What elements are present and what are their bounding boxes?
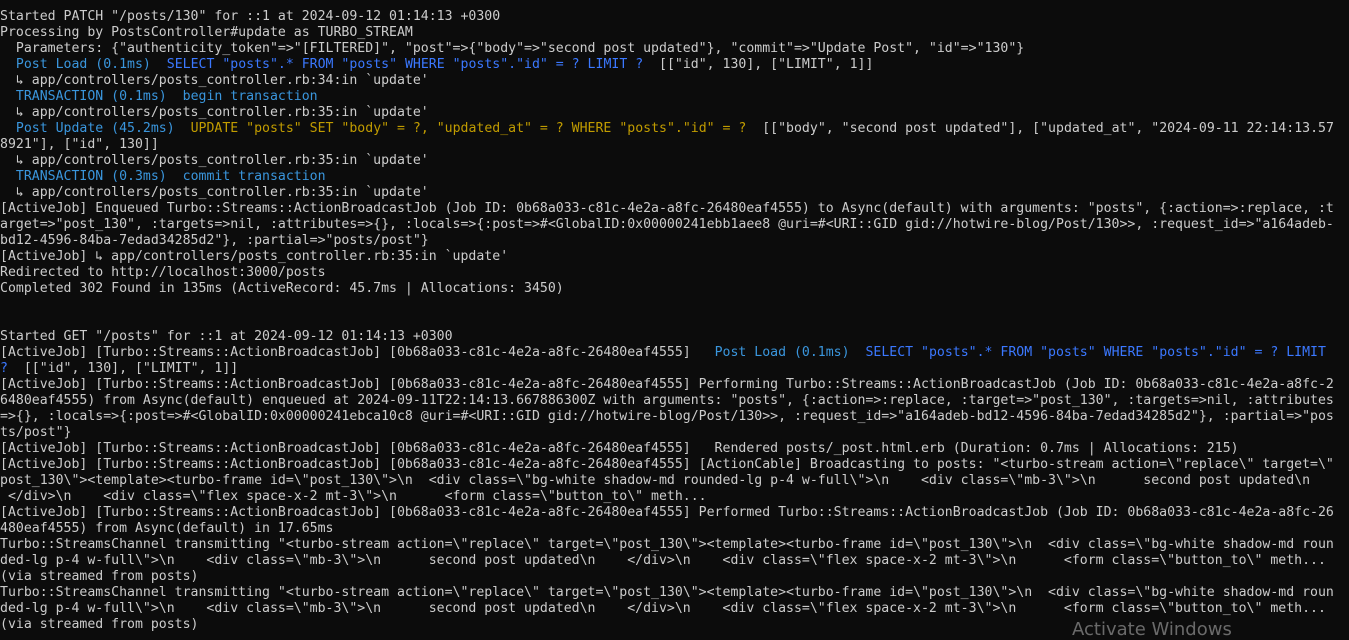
log-segment-cyan: Post Update (45.2ms)	[15, 121, 175, 136]
log-line: (via streamed from posts)	[0, 569, 1349, 585]
log-segment-blue: SELECT "posts".* FROM "posts" WHERE "pos…	[166, 57, 644, 72]
log-line: [ActiveJob] ↳ app/controllers/posts_cont…	[0, 249, 1349, 265]
log-segment: [ActiveJob] [Turbo::Streams::ActionBroad…	[0, 457, 1334, 472]
log-line: ded-lg p-4 w-full\">\n <div class=\"mb-3…	[0, 553, 1349, 569]
log-segment: Processing by PostsController#update as …	[0, 25, 413, 40]
log-segment: ↳ app/controllers/posts_controller.rb:34…	[0, 73, 429, 88]
log-segment	[167, 89, 183, 104]
log-segment: ded-lg p-4 w-full\">\n <div class=\"mb-3…	[0, 601, 1326, 616]
log-line: 6480eaf4555) from Async(default) enqueue…	[0, 393, 1349, 409]
log-segment	[0, 89, 16, 104]
log-segment-cyan: begin transaction	[182, 89, 318, 104]
log-segment-blue: ?	[0, 361, 8, 376]
log-segment	[151, 57, 167, 72]
log-line: [ActiveJob] [Turbo::Streams::ActionBroad…	[0, 505, 1349, 521]
log-line: ? [["id", 130], ["LIMIT", 1]]	[0, 361, 1349, 377]
log-line: Parameters: {"authenticity_token"=>"[FIL…	[0, 41, 1349, 57]
log-segment: Turbo::StreamsChannel transmitting "<tur…	[0, 537, 1334, 552]
log-line: Started PATCH "/posts/130" for ::1 at 20…	[0, 9, 1349, 25]
log-line: ded-lg p-4 w-full\">\n <div class=\"mb-3…	[0, 601, 1349, 617]
log-segment: [ActiveJob] [Turbo::Streams::ActionBroad…	[0, 505, 1334, 520]
log-line: Post Load (0.1ms) SELECT "posts".* FROM …	[0, 57, 1349, 73]
log-line: ↳ app/controllers/posts_controller.rb:34…	[0, 73, 1349, 89]
log-segment: 480eaf4555) from Async(default) in 17.65…	[0, 521, 334, 536]
log-segment-cyan: TRANSACTION (0.3ms)	[15, 169, 167, 184]
log-segment: ts/post"}	[0, 425, 72, 440]
log-segment: Completed 302 Found in 135ms (ActiveReco…	[0, 281, 564, 296]
log-line: Turbo::StreamsChannel transmitting "<tur…	[0, 585, 1349, 601]
log-segment: ↳ app/controllers/posts_controller.rb:35…	[0, 185, 429, 200]
log-line: Redirected to http://localhost:3000/post…	[0, 265, 1349, 281]
log-line: Processing by PostsController#update as …	[0, 25, 1349, 41]
log-segment	[167, 169, 183, 184]
log-segment: [["body", "second post updated"], ["upda…	[746, 121, 1334, 136]
log-line: ↳ app/controllers/posts_controller.rb:35…	[0, 153, 1349, 169]
log-segment: 6480eaf4555) from Async(default) enqueue…	[0, 393, 1334, 408]
log-segment	[175, 121, 191, 136]
log-line: TRANSACTION (0.1ms) begin transaction	[0, 89, 1349, 105]
log-line: Started GET "/posts" for ::1 at 2024-09-…	[0, 329, 1349, 345]
log-line: [ActiveJob] [Turbo::Streams::ActionBroad…	[0, 377, 1349, 393]
activate-windows-watermark: Activate Windows	[1072, 619, 1232, 640]
log-segment: arget=>"post_130", :targets=>nil, :attri…	[0, 217, 1334, 232]
log-line: [ActiveJob] Enqueued Turbo::Streams::Act…	[0, 201, 1349, 217]
log-segment: ↳ app/controllers/posts_controller.rb:35…	[0, 153, 429, 168]
log-line: Completed 302 Found in 135ms (ActiveReco…	[0, 281, 1349, 297]
log-segment: [ActiveJob] [Turbo::Streams::ActionBroad…	[0, 345, 715, 360]
log-segment: bd12-4596-84ba-7edad34285d2"}, :partial=…	[0, 233, 429, 248]
log-segment: Started GET "/posts" for ::1 at 2024-09-…	[0, 329, 453, 344]
log-line: 8921"], ["id", 130]]	[0, 137, 1349, 153]
log-segment: [["id", 130], ["LIMIT", 1]]	[7, 361, 239, 376]
log-line: Turbo::StreamsChannel transmitting "<tur…	[0, 537, 1349, 553]
log-line: [ActiveJob] [Turbo::Streams::ActionBroad…	[0, 457, 1349, 473]
log-segment: ↳ app/controllers/posts_controller.rb:35…	[0, 105, 429, 120]
log-segment: Started PATCH "/posts/130" for ::1 at 20…	[0, 9, 501, 24]
log-segment: (via streamed from posts)	[0, 569, 199, 584]
log-segment	[0, 121, 16, 136]
log-segment: post_130\"><template><turbo-frame id=\"p…	[0, 473, 1311, 488]
log-line: Post Update (45.2ms) UPDATE "posts" SET …	[0, 121, 1349, 137]
log-line: TRANSACTION (0.3ms) commit transaction	[0, 169, 1349, 185]
log-segment: [ActiveJob] [Turbo::Streams::ActionBroad…	[0, 441, 1239, 456]
log-line: arget=>"post_130", :targets=>nil, :attri…	[0, 217, 1349, 233]
log-segment: Redirected to http://localhost:3000/post…	[0, 265, 326, 280]
log-segment: [["id", 130], ["LIMIT", 1]]	[643, 57, 874, 72]
log-segment: </div>\n <div class=\"flex space-x-2 mt-…	[0, 489, 707, 504]
log-segment: ded-lg p-4 w-full\">\n <div class=\"mb-3…	[0, 553, 1326, 568]
log-segment: Turbo::StreamsChannel transmitting "<tur…	[0, 585, 1334, 600]
log-segment	[850, 345, 866, 360]
log-segment: [ActiveJob] [Turbo::Streams::ActionBroad…	[0, 377, 1334, 392]
log-segment: =>{}, :locals=>{:post=>#<GlobalID:0x0000…	[0, 409, 1334, 424]
log-segment-cyan: TRANSACTION (0.1ms)	[15, 89, 167, 104]
log-line: ts/post"}	[0, 425, 1349, 441]
log-segment-yellow: UPDATE "posts" SET "body" = ?, "updated_…	[190, 121, 747, 136]
log-segment-blue: SELECT "posts".* FROM "posts" WHERE "pos…	[865, 345, 1326, 360]
log-line: [ActiveJob] [Turbo::Streams::ActionBroad…	[0, 345, 1349, 361]
log-segment	[0, 57, 16, 72]
log-line: bd12-4596-84ba-7edad34285d2"}, :partial=…	[0, 233, 1349, 249]
log-line: ↳ app/controllers/posts_controller.rb:35…	[0, 105, 1349, 121]
log-segment	[0, 169, 16, 184]
log-segment: 8921"], ["id", 130]]	[0, 137, 159, 152]
log-segment: [ActiveJob] Enqueued Turbo::Streams::Act…	[0, 201, 1334, 216]
log-segment: (via streamed from posts)	[0, 617, 199, 632]
log-segment: [ActiveJob] ↳ app/controllers/posts_cont…	[0, 249, 509, 264]
log-line: =>{}, :locals=>{:post=>#<GlobalID:0x0000…	[0, 409, 1349, 425]
log-line: [ActiveJob] [Turbo::Streams::ActionBroad…	[0, 441, 1349, 457]
terminal-output[interactable]: Started PATCH "/posts/130" for ::1 at 20…	[0, 9, 1349, 633]
log-segment: Parameters: {"authenticity_token"=>"[FIL…	[0, 41, 1025, 56]
log-line: post_130\"><template><turbo-frame id=\"p…	[0, 473, 1349, 489]
log-line: </div>\n <div class=\"flex space-x-2 mt-…	[0, 489, 1349, 505]
log-line: 480eaf4555) from Async(default) in 17.65…	[0, 521, 1349, 537]
log-segment-cyan: Post Load (0.1ms)	[15, 57, 151, 72]
log-line: ↳ app/controllers/posts_controller.rb:35…	[0, 185, 1349, 201]
log-segment-cyan: commit transaction	[182, 169, 326, 184]
log-segment-cyan: Post Load (0.1ms)	[714, 345, 850, 360]
